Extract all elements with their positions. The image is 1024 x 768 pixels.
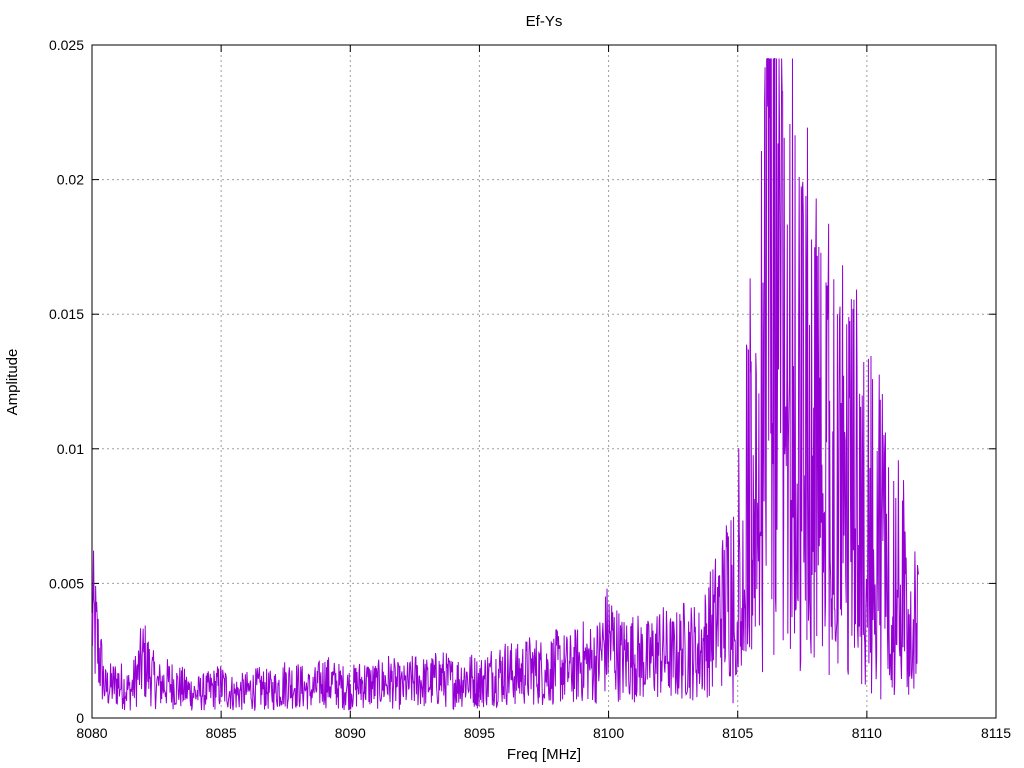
x-axis-label: Freq [MHz] (507, 746, 581, 763)
x-tick-label: 8080 (76, 725, 107, 741)
x-tick-label: 8095 (464, 725, 495, 741)
y-tick-label: 0.02 (57, 172, 84, 188)
y-tick-label: 0.005 (49, 575, 84, 591)
y-axis-label: Amplitude (4, 349, 21, 416)
series-layer (91, 57, 920, 711)
x-tick-label: 8100 (593, 725, 624, 741)
y-tick-label: 0.01 (57, 441, 84, 457)
series-line-0 (91, 57, 920, 711)
y-tick-label: 0.025 (49, 37, 84, 53)
x-tick-label: 8110 (852, 725, 882, 741)
x-tick-label: 8085 (206, 725, 237, 741)
x-tick-label: 8105 (722, 725, 753, 741)
y-tick-label: 0 (76, 710, 84, 726)
line-chart: 8080 8085 8090 8095 8100 8105 8110 8115 0 0.005 0.… (4, 13, 1011, 763)
chart-title: Ef-Ys (526, 13, 563, 30)
x-tick-label: 8115 (981, 725, 1011, 741)
y-tick-label: 0.015 (49, 306, 84, 322)
x-tick-label: 8090 (335, 725, 366, 741)
